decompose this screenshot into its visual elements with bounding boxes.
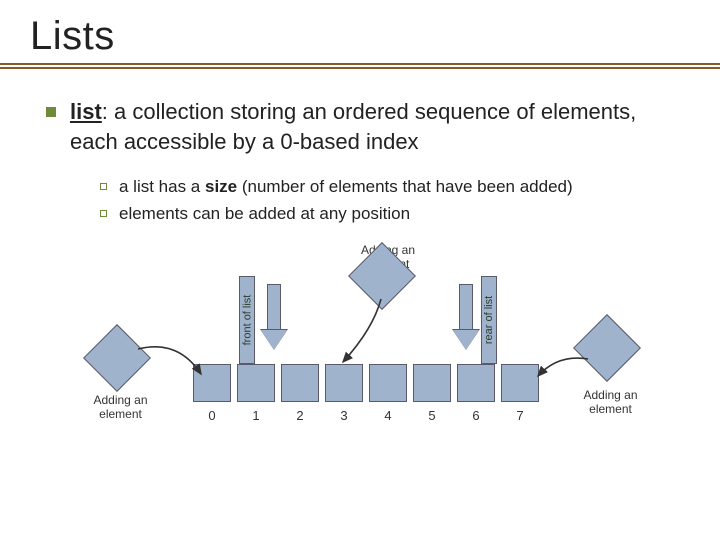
- element-diamond-icon: [573, 314, 641, 382]
- sub-bullet-text: a list has a size (number of elements th…: [119, 176, 573, 199]
- index-row: 0 1 2 3 4 5 6 7: [193, 408, 539, 423]
- rear-of-list-text: rear of list: [483, 296, 495, 344]
- sub-bullet-post: (number of elements that have been added…: [237, 177, 573, 196]
- index-label: 0: [193, 408, 231, 423]
- down-arrow-icon: [261, 284, 287, 354]
- sub-bullet-list: a list has a size (number of elements th…: [100, 176, 680, 226]
- slide-content: list: a collection storing an ordered se…: [0, 69, 720, 474]
- sub-bullet-text: elements can be added at any position: [119, 203, 410, 226]
- list-cells: [193, 364, 539, 402]
- list-cell: [193, 364, 231, 402]
- hollow-square-bullet-icon: [100, 183, 107, 190]
- main-bullet: list: a collection storing an ordered se…: [46, 97, 680, 156]
- slide-title: Lists: [30, 14, 720, 59]
- definition-rest1: : a collection storing an ordered sequen…: [102, 99, 636, 124]
- definition-text: list: a collection storing an ordered se…: [70, 97, 636, 156]
- hollow-square-bullet-icon: [100, 210, 107, 217]
- index-label: 6: [457, 408, 495, 423]
- down-arrow-icon: [453, 284, 479, 354]
- element-diamond-icon: [83, 324, 151, 392]
- slide-title-block: Lists: [0, 0, 720, 65]
- front-of-list-label: front of list: [239, 276, 255, 364]
- index-label: 4: [369, 408, 407, 423]
- sub-bullet-pre: elements can be added at any position: [119, 204, 410, 223]
- right-add-label-text: Adding an element: [583, 388, 637, 416]
- left-add-label: Adding an element: [83, 394, 158, 422]
- left-add-label-text: Adding an element: [93, 393, 147, 421]
- index-label: 7: [501, 408, 539, 423]
- list-cell: [369, 364, 407, 402]
- sub-bullet-row: elements can be added at any position: [100, 203, 680, 226]
- sub-bullet-row: a list has a size (number of elements th…: [100, 176, 680, 199]
- index-label: 5: [413, 408, 451, 423]
- front-of-list-text: front of list: [241, 295, 253, 346]
- list-diagram: front of list rear of list Adding an ele…: [83, 244, 643, 474]
- rear-of-list-label: rear of list: [481, 276, 497, 364]
- list-cell: [413, 364, 451, 402]
- right-add-label: Adding an element: [573, 389, 648, 417]
- list-cell: [237, 364, 275, 402]
- list-cell: [325, 364, 363, 402]
- index-label: 1: [237, 408, 275, 423]
- list-cell: [281, 364, 319, 402]
- list-cell: [501, 364, 539, 402]
- list-cell: [457, 364, 495, 402]
- definition-term: list: [70, 99, 102, 124]
- sub-bullet-bold: size: [205, 177, 237, 196]
- index-label: 3: [325, 408, 363, 423]
- square-bullet-icon: [46, 107, 56, 117]
- index-label: 2: [281, 408, 319, 423]
- definition-rest2: each accessible by a 0-based index: [70, 129, 419, 154]
- sub-bullet-pre: a list has a: [119, 177, 205, 196]
